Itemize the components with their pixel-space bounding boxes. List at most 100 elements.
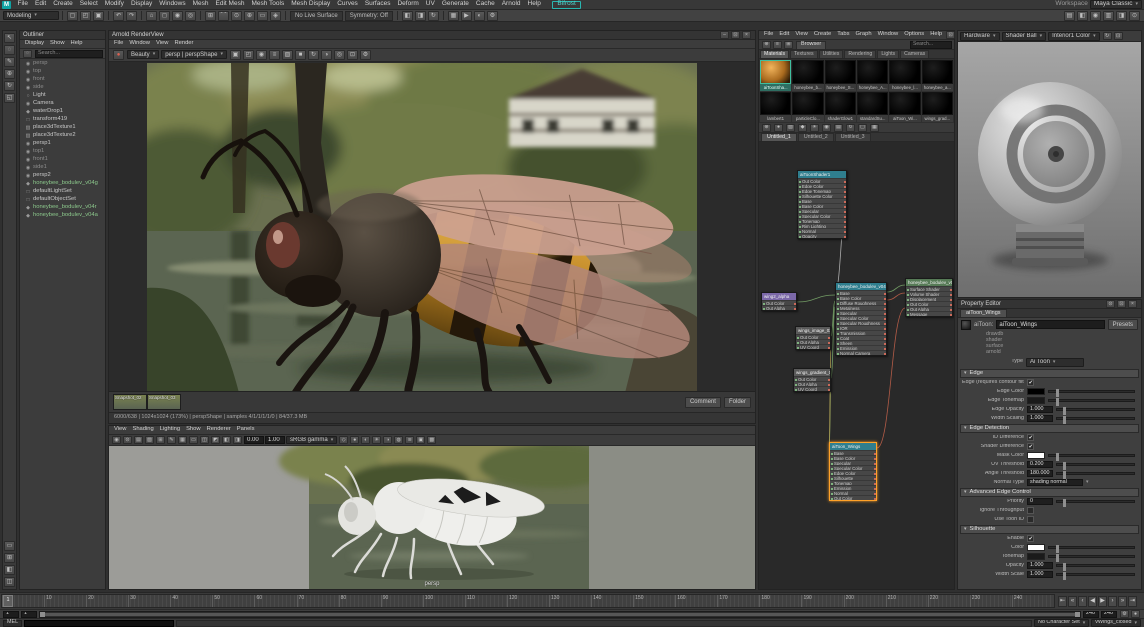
film-gate-icon[interactable]: ▭: [189, 436, 198, 444]
rotate-tool-icon[interactable]: ↻: [4, 81, 15, 91]
property-row[interactable]: Priority 0 ▾: [960, 497, 1139, 507]
redo-icon[interactable]: ↷: [126, 10, 137, 21]
symmetry-indicator[interactable]: Symmetry: Off: [344, 10, 393, 21]
shader-node-title[interactable]: wings_image_02: [796, 327, 830, 334]
property-row[interactable]: Edge Color ▾: [960, 387, 1139, 397]
main-menu-item[interactable]: Mesh Tools: [248, 1, 288, 8]
outliner-item[interactable]: ◉ front1: [20, 156, 105, 164]
value-field[interactable]: 1.000: [1027, 562, 1053, 569]
material-preview-area[interactable]: [958, 42, 1141, 297]
hypershade-menu-item[interactable]: Window: [875, 31, 902, 38]
utility-filter-icon[interactable]: ◆: [798, 123, 807, 132]
main-menu-item[interactable]: Modify: [101, 1, 127, 8]
slider[interactable]: [1048, 544, 1135, 553]
outliner-item[interactable]: ◆ honeybee_bodulev_v04g: [20, 180, 105, 188]
material-swatch[interactable]: wings_grad...: [921, 91, 953, 122]
slider-handle[interactable]: [1055, 452, 1059, 461]
material-swatch[interactable]: honeybee_A...: [857, 60, 889, 91]
outliner-item[interactable]: ◉ front: [20, 76, 105, 84]
snap-to-projected-center-icon[interactable]: ⊕: [244, 10, 255, 21]
snapshot-thumbnail[interactable]: Snapshot_02: [113, 394, 147, 411]
aov-list-icon[interactable]: ≡: [268, 49, 280, 60]
create-material-icon[interactable]: ⊕: [762, 40, 771, 49]
outliner-item[interactable]: ◉ persp1: [20, 140, 105, 148]
four-pane-layout-icon[interactable]: ⊞: [4, 553, 15, 563]
highlight-selection-icon[interactable]: ◎: [185, 10, 196, 21]
input-connections-icon[interactable]: ◧: [401, 10, 413, 21]
viewport-menu-item[interactable]: Shading: [129, 426, 156, 433]
command-input[interactable]: [24, 619, 175, 627]
xray-icon[interactable]: ▩: [427, 436, 437, 444]
slider[interactable]: [1056, 406, 1135, 415]
renderview-menu-item[interactable]: Render: [171, 40, 196, 47]
checkbox[interactable]: [1027, 379, 1034, 386]
hypershade-menu-item[interactable]: Help: [927, 31, 945, 38]
renderview-menu-item[interactable]: File: [111, 40, 126, 47]
refresh-render-icon[interactable]: ↻: [307, 49, 319, 60]
timeline-tick[interactable]: 220: [927, 595, 970, 607]
timeline-tick[interactable]: 180: [759, 595, 801, 607]
hypershade-menu-item[interactable]: Options: [901, 31, 927, 38]
slider[interactable]: [1056, 415, 1135, 424]
shadows-icon[interactable]: ◑: [383, 436, 393, 444]
next-keyframe-icon[interactable]: »: [1118, 595, 1127, 607]
outliner-menu-item[interactable]: Help: [68, 40, 86, 47]
scale-tool-icon[interactable]: ◱: [4, 93, 15, 103]
open-image-icon[interactable]: ◰: [242, 49, 254, 60]
timeline-tick[interactable]: 120: [506, 595, 549, 607]
graph-materials-icon[interactable]: ▦: [870, 123, 879, 132]
float-panel-icon[interactable]: ⊡: [946, 31, 956, 39]
shader-node-port[interactable]: Out Color: [830, 495, 876, 500]
outliner-search-input[interactable]: Search...: [35, 49, 103, 58]
outliner-item[interactable]: ◆ honeybee_bodulev_v04r: [20, 204, 105, 212]
timeline-tick[interactable]: 60: [254, 595, 296, 607]
material-swatch[interactable]: shaderGlow1: [824, 91, 856, 122]
animation-start-field[interactable]: 1: [3, 610, 19, 618]
slider-handle[interactable]: [1063, 406, 1067, 415]
character-set-dropdown[interactable]: No Character Set: [1034, 619, 1090, 627]
current-frame-indicator[interactable]: 1: [3, 595, 13, 607]
material-swatch[interactable]: standardSu...: [857, 91, 889, 122]
start-render-button[interactable]: ●: [113, 49, 124, 60]
main-menu-item[interactable]: Windows: [156, 1, 189, 8]
bins-icon[interactable]: ▤: [834, 123, 843, 132]
material-swatch[interactable]: honeybee_l...: [889, 60, 921, 91]
anim-clip-dropdown[interactable]: vWings_closed: [1091, 619, 1141, 627]
outliner-item[interactable]: ○ Light: [20, 92, 105, 100]
camera-attributes-icon[interactable]: ⊙: [123, 436, 132, 444]
outliner-persp-layout-icon[interactable]: ◧: [4, 565, 15, 575]
slider-handle[interactable]: [1063, 415, 1067, 424]
shader-node[interactable]: aiToonShader1 Out Color Edge Color Edge Ton…: [797, 170, 847, 239]
ipr-render-icon[interactable]: ◐: [473, 10, 485, 21]
grid-toggle-icon[interactable]: ▦: [178, 436, 187, 444]
make-live-icon[interactable]: ◈: [270, 10, 281, 21]
property-row[interactable]: Use Toon ID ▾: [960, 515, 1139, 524]
timeline-tick[interactable]: 80: [338, 595, 381, 607]
outliner-item[interactable]: ▨ place3dTexture2: [20, 132, 105, 140]
main-menu-item[interactable]: Cache: [472, 1, 498, 8]
range-start-handle[interactable]: [40, 611, 45, 617]
work-area-tab[interactable]: Untitled_2: [797, 133, 834, 141]
slider-handle[interactable]: [1055, 553, 1059, 562]
timeline-tick[interactable]: 70: [296, 595, 339, 607]
open-scene-icon[interactable]: ◰: [80, 10, 91, 21]
curve-graph-toggle-icon[interactable]: ▤: [1064, 10, 1075, 21]
select-tool-icon[interactable]: ↖: [4, 33, 15, 43]
value-field[interactable]: 1.000: [1027, 571, 1053, 578]
color-swatch[interactable]: [1027, 452, 1045, 459]
undo-icon[interactable]: ↶: [113, 10, 124, 21]
slider-handle[interactable]: [1063, 470, 1067, 479]
viewport-menu-item[interactable]: Renderer: [204, 426, 234, 433]
select-by-component-icon[interactable]: ◉: [172, 10, 183, 21]
value-field[interactable]: 1.000: [1027, 406, 1053, 413]
display-settings-icon[interactable]: ⚙: [359, 49, 371, 60]
outliner-item[interactable]: ◉ top: [20, 68, 105, 76]
browser-tab[interactable]: Browser: [796, 40, 827, 49]
viewport-menu-item[interactable]: Lighting: [157, 426, 183, 433]
material-swatch[interactable]: honeybee_b...: [792, 60, 824, 91]
shader-node-port[interactable]: UV Coord: [794, 386, 830, 391]
2d-pan-zoom-icon[interactable]: ⊞: [156, 436, 165, 444]
move-tool-icon[interactable]: ⊕: [4, 69, 15, 79]
snap-to-curve-icon[interactable]: ⌒: [218, 10, 229, 21]
split-pane-layout-icon[interactable]: ◫: [4, 577, 15, 587]
